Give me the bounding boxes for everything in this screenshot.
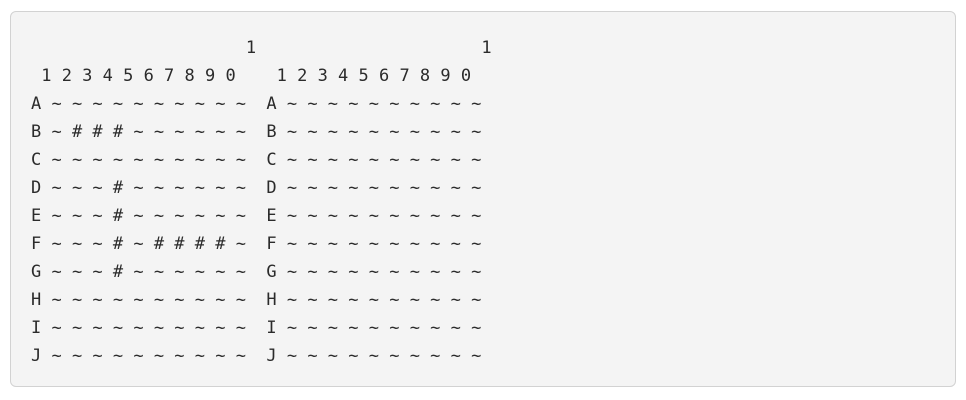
- board-row-h: H ~ ~ ~ ~ ~ ~ ~ ~ ~ ~ H ~ ~ ~ ~ ~ ~ ~ ~ …: [31, 290, 482, 310]
- board-row-i: I ~ ~ ~ ~ ~ ~ ~ ~ ~ ~ I ~ ~ ~ ~ ~ ~ ~ ~ …: [31, 318, 482, 338]
- board-row-b: B ~ # # # ~ ~ ~ ~ ~ ~ B ~ ~ ~ ~ ~ ~ ~ ~ …: [31, 122, 482, 142]
- board-row-a: A ~ ~ ~ ~ ~ ~ ~ ~ ~ ~ A ~ ~ ~ ~ ~ ~ ~ ~ …: [31, 94, 482, 114]
- board-row-f: F ~ ~ ~ # ~ # # # # ~ F ~ ~ ~ ~ ~ ~ ~ ~ …: [31, 234, 482, 254]
- board-row-e: E ~ ~ ~ # ~ ~ ~ ~ ~ ~ E ~ ~ ~ ~ ~ ~ ~ ~ …: [31, 206, 482, 226]
- board-row-g: G ~ ~ ~ # ~ ~ ~ ~ ~ ~ G ~ ~ ~ ~ ~ ~ ~ ~ …: [31, 262, 482, 282]
- header-tens-row: 1 1: [31, 38, 492, 58]
- board-row-d: D ~ ~ ~ # ~ ~ ~ ~ ~ ~ D ~ ~ ~ ~ ~ ~ ~ ~ …: [31, 178, 482, 198]
- battleship-boards: 1 1 1 2 3 4 5 6 7 8 9 0 1 2 3 4 5 6 7 8 …: [31, 34, 492, 370]
- code-output-block: 1 1 1 2 3 4 5 6 7 8 9 0 1 2 3 4 5 6 7 8 …: [10, 11, 956, 387]
- board-row-c: C ~ ~ ~ ~ ~ ~ ~ ~ ~ ~ C ~ ~ ~ ~ ~ ~ ~ ~ …: [31, 150, 482, 170]
- header-columns-row: 1 2 3 4 5 6 7 8 9 0 1 2 3 4 5 6 7 8 9 0: [31, 66, 472, 86]
- board-row-j: J ~ ~ ~ ~ ~ ~ ~ ~ ~ ~ J ~ ~ ~ ~ ~ ~ ~ ~ …: [31, 346, 482, 366]
